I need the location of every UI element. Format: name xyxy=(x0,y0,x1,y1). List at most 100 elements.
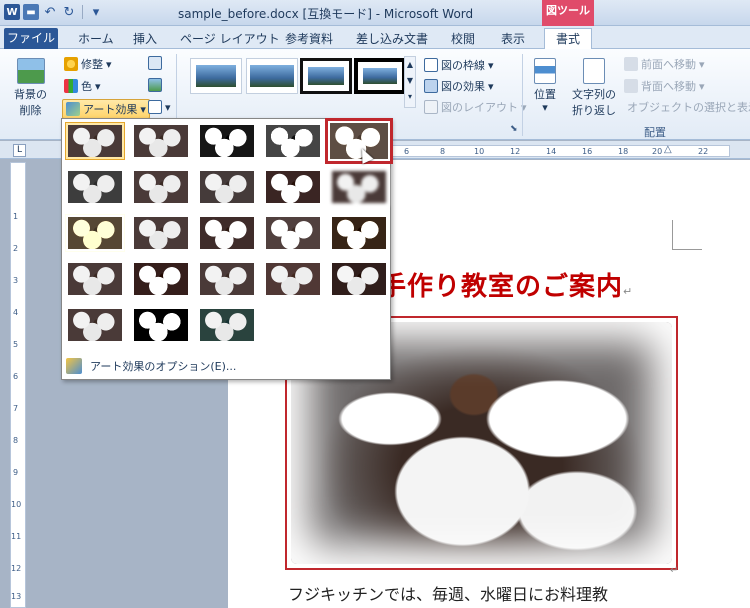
effect-preview xyxy=(200,309,254,341)
tab-selector[interactable]: L xyxy=(13,144,26,157)
effect-light-screen[interactable] xyxy=(131,306,191,344)
effect-marker[interactable] xyxy=(131,122,191,160)
vruler-number: 13 xyxy=(11,592,22,601)
effect-preview xyxy=(68,263,122,295)
vruler-number: 11 xyxy=(11,532,22,541)
effect-preview xyxy=(332,217,386,249)
effect-preview xyxy=(332,171,386,203)
reset-picture-button[interactable]: ▾ xyxy=(148,100,171,114)
effect-glow-edges[interactable] xyxy=(329,260,389,298)
effect-preview xyxy=(266,125,320,157)
position-icon xyxy=(534,58,556,84)
compress-pictures-button[interactable] xyxy=(148,56,162,70)
picture-border-button[interactable]: 図の枠線 ▾ xyxy=(424,57,494,73)
remove-background-button[interactable]: 背景の 削除 xyxy=(14,58,47,118)
effect-watercolor-sponge[interactable] xyxy=(197,306,257,344)
style-preview xyxy=(363,68,397,84)
tab-home[interactable]: ホーム xyxy=(78,29,114,49)
tab-file[interactable]: ファイル xyxy=(4,28,58,49)
effect-paint-brush[interactable] xyxy=(197,168,257,206)
position-button[interactable]: 位置 ▾ xyxy=(534,58,556,114)
corrections-button[interactable]: 修整 ▾ xyxy=(64,56,112,72)
ruler-number: 10 xyxy=(474,147,485,156)
send-backward-icon xyxy=(624,79,638,93)
effect-preview xyxy=(266,263,320,295)
effect-plastic-wrap[interactable] xyxy=(131,260,191,298)
effect-film-grain[interactable] xyxy=(65,306,125,344)
effect-mosaic-bubbles[interactable] xyxy=(65,214,125,252)
chevron-down-icon: ▾ xyxy=(106,57,112,71)
art-effects-options-item[interactable]: アート効果のオプション(E)... xyxy=(66,355,386,377)
picture-layout-label: 図のレイアウト xyxy=(441,101,518,114)
color-button[interactable]: 色 ▾ xyxy=(64,78,101,94)
title-bar: W ▬ ↶ ↻ ▾ sample_before.docx [互換モード] - M… xyxy=(0,0,750,26)
indent-marker-icon[interactable]: △ xyxy=(664,144,672,155)
style-preview xyxy=(196,65,236,87)
effect-chalk-sketch[interactable] xyxy=(65,168,125,206)
vruler-number: 2 xyxy=(13,244,19,253)
effect-preview xyxy=(332,263,386,295)
send-backward-button[interactable]: 背面へ移動 ▾ xyxy=(624,78,705,94)
wrap-text-button[interactable]: 文字列の 折り返し xyxy=(572,58,616,118)
effect-glass[interactable] xyxy=(131,214,191,252)
art-effects-label: アート効果 xyxy=(83,103,138,116)
picture-layout-button[interactable]: 図のレイアウト ▾ xyxy=(424,99,527,115)
effect-none[interactable] xyxy=(65,122,125,160)
qat-separator xyxy=(82,5,83,19)
chevron-down-icon: ▾ xyxy=(699,79,705,93)
remove-background-label-1: 背景の xyxy=(14,88,47,101)
ruler-number: 22 xyxy=(698,147,709,156)
redo-icon[interactable]: ↻ xyxy=(61,4,77,20)
selection-pane-label: オブジェクトの選択と表示 xyxy=(627,101,750,114)
effect-blur[interactable] xyxy=(329,168,389,206)
tab-insert[interactable]: 挿入 xyxy=(130,29,160,49)
effect-paint-strokes[interactable] xyxy=(131,168,191,206)
picture-style-thumb-3[interactable] xyxy=(300,58,352,94)
vruler-number: 8 xyxy=(13,436,19,445)
picture-effects-button[interactable]: 図の効果 ▾ xyxy=(424,78,494,94)
effect-preview xyxy=(266,171,320,203)
effect-cutout[interactable] xyxy=(197,260,257,298)
customize-qat-icon[interactable]: ▾ xyxy=(88,4,104,20)
vertical-ruler[interactable] xyxy=(10,162,26,608)
selection-pane-button[interactable]: オブジェクトの選択と表示 xyxy=(624,99,750,115)
tab-references[interactable]: 参考資料 xyxy=(284,29,334,49)
save-icon[interactable]: ▬ xyxy=(23,4,39,20)
effect-cement[interactable] xyxy=(197,214,257,252)
document-heading[interactable]: 手作り教室のご案内↵ xyxy=(380,266,633,303)
tab-review[interactable]: 校閲 xyxy=(450,29,476,49)
tab-mailings[interactable]: 差し込み文書 xyxy=(356,29,428,49)
effect-texturizer[interactable] xyxy=(263,214,323,252)
art-effects-options-label: アート効果のオプション(E)... xyxy=(90,360,237,373)
picture-tools-context-tab: 図ツール xyxy=(542,0,594,26)
effect-photocopy[interactable] xyxy=(263,260,323,298)
picture-layout-icon xyxy=(424,100,438,114)
corrections-label: 修整 xyxy=(81,58,103,71)
style-preview xyxy=(250,65,294,87)
art-effects-options-icon xyxy=(66,358,82,374)
picture-style-thumb-2[interactable] xyxy=(246,58,298,94)
chevron-down-icon: ▾ xyxy=(699,57,705,71)
style-gallery-scroll[interactable]: ▲ ▼ ▾ xyxy=(404,56,416,108)
tab-view[interactable]: 表示 xyxy=(500,29,526,49)
change-picture-button[interactable] xyxy=(148,78,162,92)
effect-pencil-sketch[interactable] xyxy=(263,122,323,160)
body-paragraph[interactable]: フジキッチンでは、毎週、水曜日にお料理教 xyxy=(288,581,608,605)
tab-page-layout[interactable]: ページ レイアウト xyxy=(180,29,280,49)
vruler-number: 12 xyxy=(11,564,22,573)
picture-style-thumb-4[interactable] xyxy=(354,58,406,94)
undo-icon[interactable]: ↶ xyxy=(42,4,58,20)
picture-style-thumb-1[interactable] xyxy=(190,58,242,94)
ruler-number: 12 xyxy=(510,147,521,156)
effect-crisscross-etching[interactable] xyxy=(329,214,389,252)
effect-pencil-grayscale[interactable] xyxy=(197,122,257,160)
dialog-launcher-icon[interactable]: ⬊ xyxy=(510,124,518,134)
effect-pastels-smooth[interactable] xyxy=(65,260,125,298)
art-effects-button[interactable]: アート効果 ▾ xyxy=(62,99,150,119)
chevron-down-icon: ▾ xyxy=(488,58,494,72)
effect-preview xyxy=(266,217,320,249)
bring-forward-button[interactable]: 前面へ移動 ▾ xyxy=(624,56,705,72)
effect-glow-diffused[interactable] xyxy=(263,168,323,206)
tab-format[interactable]: 書式 xyxy=(544,28,592,49)
word-app-icon[interactable]: W xyxy=(4,4,20,20)
